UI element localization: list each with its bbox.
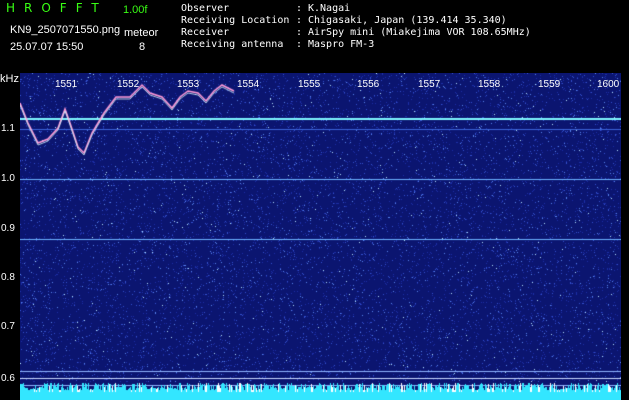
y-tick-label: 1.0 bbox=[1, 173, 15, 184]
info-separator: : bbox=[296, 15, 303, 26]
file-name: KN9_2507071550.png bbox=[10, 24, 121, 36]
x-tick-label: 1558 bbox=[478, 79, 501, 90]
timestamp: 25.07.07 15:50 bbox=[10, 41, 84, 53]
y-axis-unit: kHz bbox=[0, 73, 19, 85]
x-tick-label: 1556 bbox=[357, 79, 380, 90]
x-tick-label: 1553 bbox=[177, 79, 200, 90]
info-key: Receiving antenna bbox=[181, 39, 284, 50]
x-tick-label: 1555 bbox=[298, 79, 321, 90]
app-title: HROFFT bbox=[6, 1, 108, 15]
y-tick-label: 0.8 bbox=[1, 272, 15, 283]
meteor-count: 8 bbox=[139, 41, 146, 53]
info-row-observer: Observer : K.Nagai bbox=[181, 3, 531, 15]
info-row-receiver: Receiver : AirSpy mini (Miakejima VOR 10… bbox=[181, 27, 531, 39]
info-key: Receiver bbox=[181, 27, 230, 38]
info-row-antenna: Receiving antenna : Maspro FM-3 bbox=[181, 39, 531, 51]
info-value: K.Nagai bbox=[308, 3, 351, 14]
y-tick-label: 0.6 bbox=[1, 373, 15, 384]
info-key: Receiving Location bbox=[181, 15, 290, 26]
info-separator: : bbox=[296, 27, 303, 38]
y-tick-label: 1.1 bbox=[1, 123, 15, 134]
x-tick-label: 1557 bbox=[418, 79, 441, 90]
info-row-location: Receiving Location : Chigasaki, Japan (1… bbox=[181, 15, 531, 27]
info-value: AirSpy mini (Miakejima VOR 108.65MHz) bbox=[308, 27, 531, 38]
info-value: Chigasaki, Japan (139.414 35.340) bbox=[308, 15, 507, 26]
y-tick-label: 0.7 bbox=[1, 321, 15, 332]
x-tick-label: 1551 bbox=[55, 79, 78, 90]
info-separator: : bbox=[296, 39, 303, 50]
x-tick-label: 1559 bbox=[538, 79, 561, 90]
y-tick-label: 0.9 bbox=[1, 223, 15, 234]
meteor-label: meteor bbox=[124, 27, 159, 39]
station-info: Observer : K.Nagai Receiving Location : … bbox=[181, 3, 531, 51]
x-tick-label: 1552 bbox=[117, 79, 140, 90]
x-tick-label: 1554 bbox=[237, 79, 260, 90]
info-value: Maspro FM-3 bbox=[308, 39, 375, 50]
version-label: 1.00f bbox=[123, 4, 148, 16]
x-tick-label: 1600 bbox=[597, 79, 620, 90]
waterfall-plot bbox=[20, 73, 621, 400]
info-key: Observer bbox=[181, 3, 230, 14]
waterfall-canvas bbox=[20, 73, 621, 400]
header-panel: HROFFT 1.00f KN9_2507071550.png meteor 2… bbox=[0, 0, 629, 73]
info-separator: : bbox=[296, 3, 303, 14]
